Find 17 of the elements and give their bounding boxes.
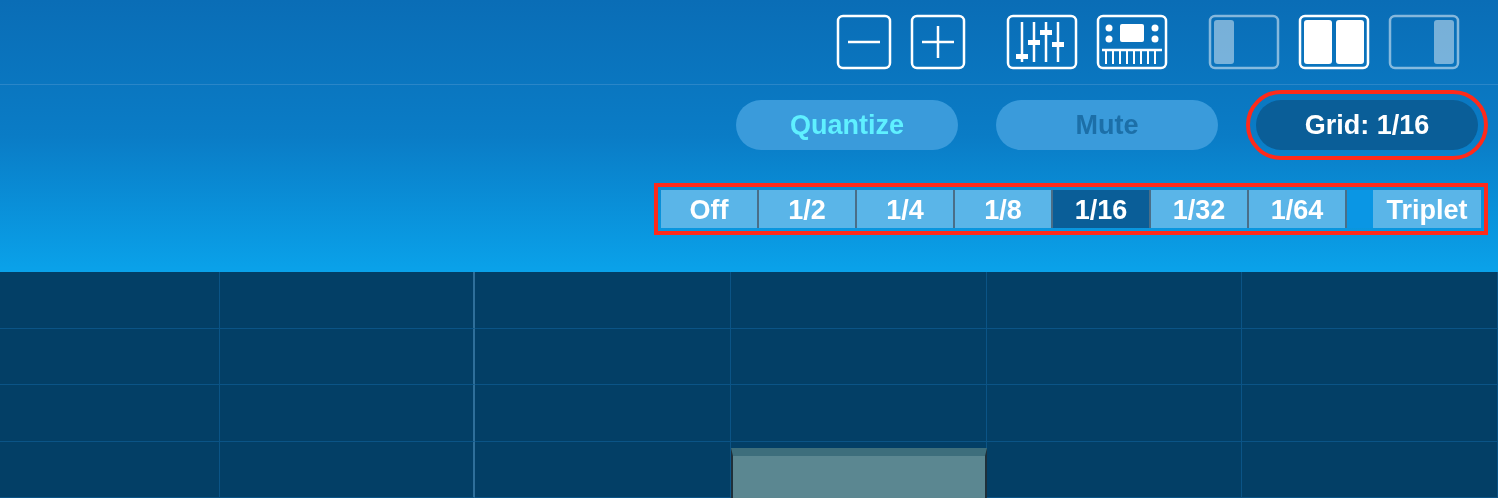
right-panel-icon[interactable] [1388,14,1460,70]
spacer-segment [1347,190,1373,228]
grid-option-tab[interactable]: 1/16 [1053,190,1151,228]
grid-option-tab[interactable]: 1/2 [759,190,857,228]
grid-option-tab[interactable]: 1/64 [1249,190,1347,228]
grid-option-tab[interactable]: 1/8 [955,190,1053,228]
keyboard-icon[interactable] [1096,14,1168,70]
mixer-icon[interactable] [1006,14,1078,70]
split-view-icon[interactable] [1298,14,1370,70]
grid-option-tab[interactable]: 1/32 [1151,190,1249,228]
zoom-out-icon[interactable] [836,14,892,70]
grid-option-tab[interactable]: 1/4 [857,190,955,228]
zoom-in-icon[interactable] [910,14,966,70]
grid-option-tab[interactable]: Off [661,190,759,228]
triplet-toggle[interactable]: Triplet [1373,190,1481,228]
quantize-button[interactable]: Quantize [736,100,958,150]
left-panel-icon[interactable] [1208,14,1280,70]
